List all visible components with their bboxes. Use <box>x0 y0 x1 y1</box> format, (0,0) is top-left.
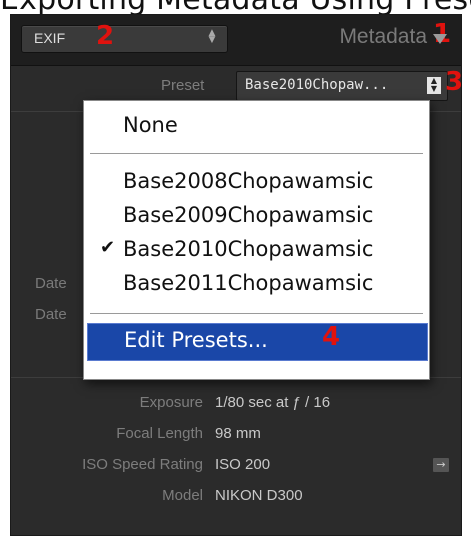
preset-label: Preset <box>161 77 205 94</box>
menu-item-preset[interactable]: Base2009Chopawamsic <box>84 199 429 235</box>
panel-header: EXIF ▲ ▼ 2 Metadata 1 <box>11 15 461 66</box>
menu-item-preset[interactable]: Base2011Chopawamsic <box>84 267 429 303</box>
menu-item-label: Base2008Chopawamsic <box>123 169 374 193</box>
marker-4: 4 <box>322 322 341 352</box>
metadata-set-select[interactable]: EXIF ▲ ▼ <box>21 25 228 53</box>
menu-item-label: Base2010Chopawamsic <box>123 237 374 261</box>
menu-item-edit-presets[interactable]: Edit Presets... <box>87 323 428 361</box>
field-value: ISO 200 <box>215 456 271 473</box>
obscured-label: Date <box>35 275 67 292</box>
updown-arrows-icon: ▲ ▼ <box>208 28 216 45</box>
menu-item-label: Base2009Chopawamsic <box>123 203 374 227</box>
menu-item-preset-selected[interactable]: ✔ Base2010Chopawamsic <box>84 233 429 269</box>
field-row-model: Model NIKON D300 <box>11 487 461 513</box>
updown-arrows-icon: ▲ ▼ <box>427 77 441 94</box>
menu-item-label: None <box>123 113 178 137</box>
collapse-triangle-icon[interactable] <box>433 34 447 44</box>
menu-item-label: Base2011Chopawamsic <box>123 271 374 295</box>
field-label: Focal Length <box>116 425 203 442</box>
field-value: NIKON D300 <box>215 487 303 504</box>
menu-separator <box>90 313 423 314</box>
marker-3: 3 <box>445 67 462 97</box>
field-value: 98 mm <box>215 425 261 442</box>
preset-select[interactable]: Base2010Chopaw... ▲ ▼ <box>236 71 448 101</box>
menu-item-none[interactable]: None <box>84 109 429 145</box>
metadata-set-value: EXIF <box>34 30 66 46</box>
field-row-exposure: Exposure 1/80 sec at ƒ / 16 <box>11 394 461 420</box>
field-value: 1/80 sec at ƒ / 16 <box>215 394 331 411</box>
field-label: ISO Speed Rating <box>82 456 203 473</box>
preset-value: Base2010Chopaw... <box>245 77 389 93</box>
menu-item-label: Edit Presets... <box>124 328 268 352</box>
panel-title[interactable]: Metadata <box>339 25 427 49</box>
preset-dropdown-menu: None Base2008Chopawamsic Base2009Chopawa… <box>83 100 430 380</box>
marker-2: 2 <box>96 21 115 51</box>
field-row-focal-length: Focal Length 98 mm <box>11 425 461 451</box>
field-row-iso: ISO Speed Rating ISO 200 → <box>11 456 461 482</box>
field-label: Model <box>162 487 203 504</box>
menu-item-preset[interactable]: Base2008Chopawamsic <box>84 165 429 201</box>
obscured-label: Date <box>35 306 67 323</box>
menu-separator <box>90 153 423 154</box>
field-label: Exposure <box>139 394 203 411</box>
checkmark-icon: ✔ <box>100 237 116 258</box>
goto-arrow-icon[interactable]: → <box>433 458 449 472</box>
